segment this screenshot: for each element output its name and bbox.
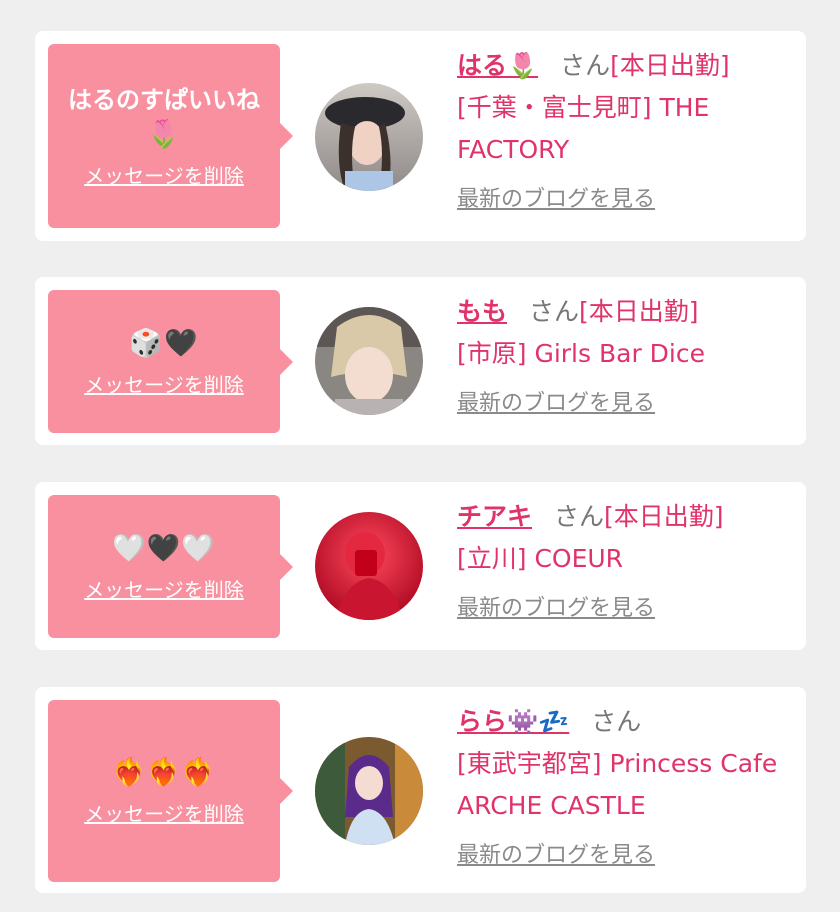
cast-name-link[interactable]: らら👾💤 [457,707,569,736]
honorific: さん [529,297,580,326]
shop-name: [市原] Girls Bar Dice [457,339,705,368]
avatar[interactable] [315,737,423,845]
message-bubble: ❤️‍🔥❤️‍🔥❤️‍🔥 メッセージを削除 [48,700,293,882]
message-emoji: ❤️‍🔥❤️‍🔥❤️‍🔥 [112,757,216,788]
work-status: [本日出勤] [604,502,724,531]
message-bubble: 🎲🖤 メッセージを削除 [48,290,293,433]
list-item: 🎲🖤 メッセージを削除 もも さん[本日出勤] [市原] Girls Bar Di… [35,277,806,445]
message-emoji: 🤍🖤🤍 [112,532,216,564]
list-item: 🤍🖤🤍 メッセージを削除 チアキ さん[本日出勤] [立川] COEUR 最新の… [35,482,806,650]
honorific: さん [554,502,605,531]
latest-blog-link[interactable]: 最新のブログを見る [457,181,655,213]
message-list: はるのすぱいいね 🌷 メッセージを削除 はる🌷 さん[本日出勤] [千葉・富士見… [0,0,840,912]
cast-info: チアキ さん[本日出勤] [立川] COEUR 最新のブログを見る [457,496,788,622]
latest-blog-link[interactable]: 最新のブログを見る [457,590,655,622]
message-bubble: 🤍🖤🤍 メッセージを削除 [48,495,293,638]
latest-blog-link[interactable]: 最新のブログを見る [457,837,655,869]
shop-name: [千葉・富士見町] THE FACTORY [457,93,710,164]
honorific: さん [560,51,611,80]
avatar[interactable] [315,83,423,191]
work-status: [本日出勤] [610,51,730,80]
list-item: ❤️‍🔥❤️‍🔥❤️‍🔥 メッセージを削除 らら👾💤 さん [東武宇都宮] Pri… [35,687,806,893]
cast-name-link[interactable]: チアキ [457,502,532,531]
cast-info: らら👾💤 さん [東武宇都宮] Princess Cafe ARCHE CASTL… [457,701,788,869]
cast-info: はる🌷 さん[本日出勤] [千葉・富士見町] THE FACTORY 最新のブログ… [457,45,788,213]
honorific: さん [591,707,642,736]
avatar[interactable] [315,512,423,620]
delete-message-link[interactable]: メッセージを削除 [84,163,244,189]
delete-message-link[interactable]: メッセージを削除 [84,801,244,827]
list-item: はるのすぱいいね 🌷 メッセージを削除 はる🌷 さん[本日出勤] [千葉・富士見… [35,31,806,241]
latest-blog-link[interactable]: 最新のブログを見る [457,385,655,417]
avatar-photo [315,512,423,620]
cast-name-link[interactable]: もも [457,297,507,326]
work-status: [本日出勤] [579,297,699,326]
message-text: はるのすぱいいね [68,86,260,114]
avatar-photo [315,83,423,191]
cast-info: もも さん[本日出勤] [市原] Girls Bar Dice 最新のブログを見る [457,291,788,417]
avatar-photo [315,737,423,845]
delete-message-link[interactable]: メッセージを削除 [84,577,244,603]
delete-message-link[interactable]: メッセージを削除 [84,372,244,398]
avatar-photo [315,307,423,415]
message-emoji: 🌷 [146,119,182,150]
avatar[interactable] [315,307,423,415]
message-bubble: はるのすぱいいね 🌷 メッセージを削除 [48,44,293,228]
cast-name-link[interactable]: はる🌷 [457,51,538,80]
message-emoji: 🎲🖤 [129,327,199,359]
shop-name: [立川] COEUR [457,544,624,573]
shop-name: [東武宇都宮] Princess Cafe ARCHE CASTLE [457,749,778,820]
